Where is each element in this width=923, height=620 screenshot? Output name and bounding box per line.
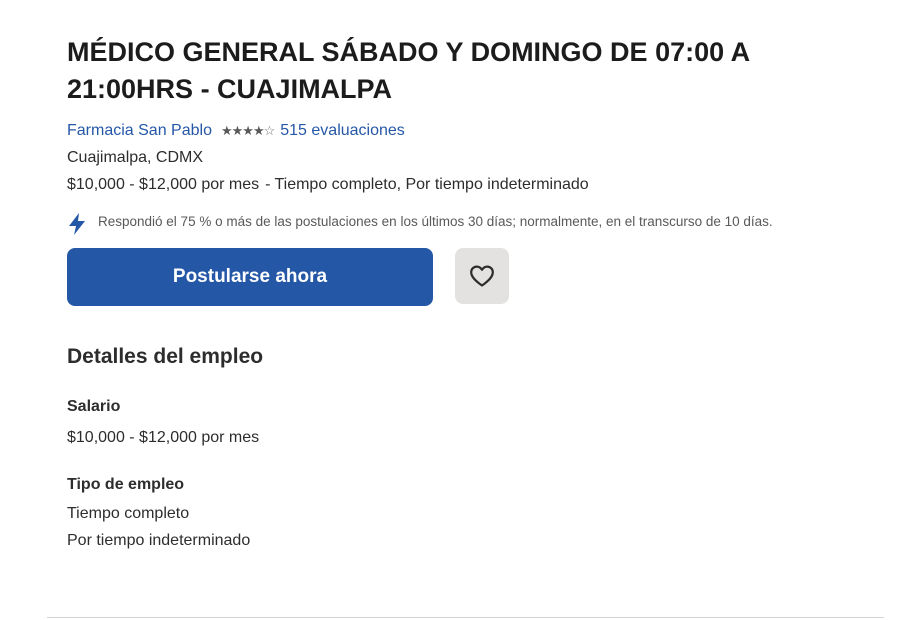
job-type-item: Por tiempo indeterminado [67, 532, 251, 549]
rating-stars: ★ ★ ★ ★ ☆ [220, 123, 276, 139]
response-note-text: Respondió el 75 % o más de las postulaci… [98, 214, 773, 229]
save-job-button[interactable] [455, 248, 509, 304]
star-full-icon: ★ [231, 123, 244, 138]
separator: - [265, 176, 271, 193]
company-line: Farmacia San Pablo ★ ★ ★ ★ ☆ 515 evaluac… [67, 121, 867, 141]
job-type-label: Tipo de empleo [67, 476, 185, 493]
salary-and-type-line: $10,000 - $12,000 por mes - Tiempo complet… [67, 175, 867, 195]
star-full-icon: ★ [242, 123, 254, 138]
job-details-heading: Detalles del empleo [67, 345, 264, 368]
job-title: MÉDICO GENERAL SÁBADO Y DOMINGO DE 07:00… [67, 37, 750, 104]
job-types-text: Tiempo completo, Por tiempo indeterminad… [274, 176, 589, 193]
job-header: MÉDICO GENERAL SÁBADO Y DOMINGO DE 07:00… [67, 34, 867, 554]
salary-value: $10,000 - $12,000 por mes [67, 429, 260, 446]
salary-label: Salario [67, 398, 121, 415]
company-link[interactable]: Farmacia San Pablo [67, 122, 212, 140]
lightning-bolt-icon [69, 213, 85, 235]
star-empty-icon: ☆ [263, 123, 276, 138]
action-bar: Postularse ahora [67, 248, 867, 306]
salary-text: $10,000 - $12,000 por mes [67, 176, 260, 193]
job-type-item: Tiempo completo [67, 505, 190, 522]
heart-outline-icon [470, 265, 494, 287]
star-full-icon: ★ [220, 123, 233, 138]
job-type-list: Tiempo completo Por tiempo indeterminado [67, 500, 867, 554]
apply-now-button[interactable]: Postularse ahora [67, 248, 433, 306]
job-location: Cuajimalpa, CDMX [67, 149, 204, 166]
star-full-icon: ★ [252, 123, 265, 138]
divider [47, 617, 884, 618]
response-note: Respondió el 75 % o más de las postulaci… [67, 210, 867, 236]
reviews-link[interactable]: 515 evaluaciones [280, 122, 405, 140]
